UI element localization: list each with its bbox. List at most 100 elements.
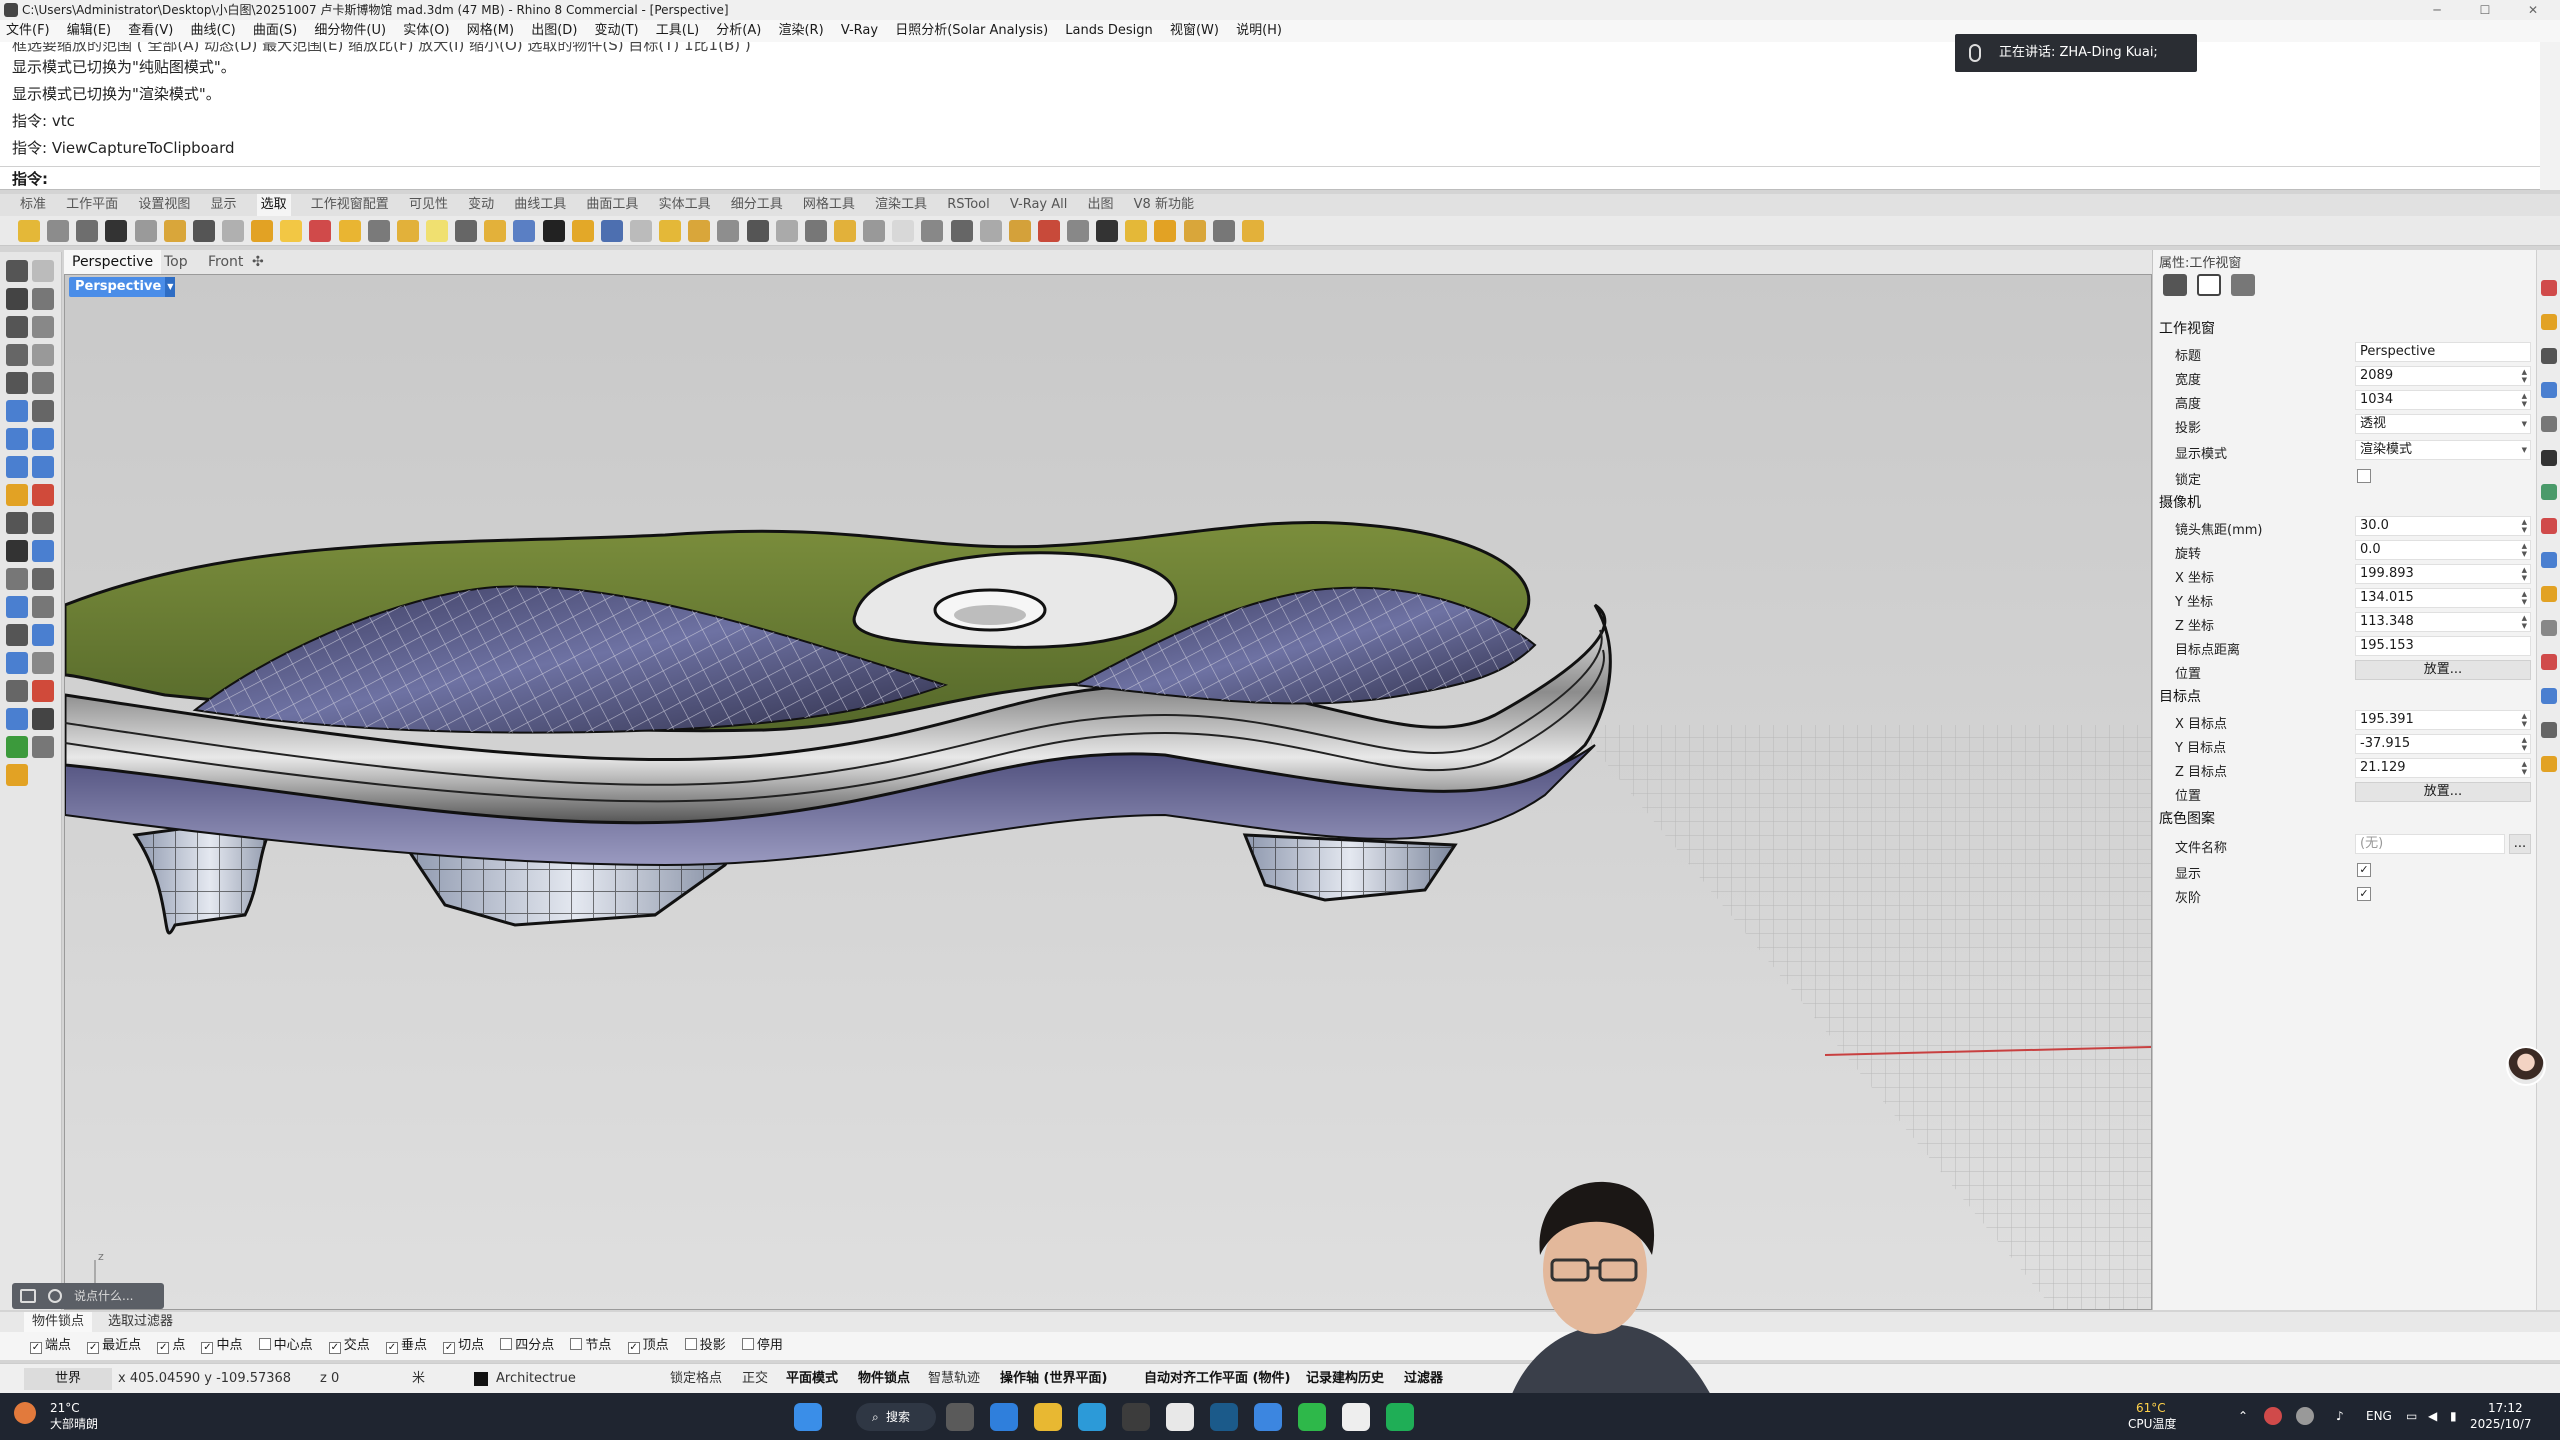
menu-lands[interactable]: Lands Design (1065, 20, 1153, 42)
menu-file[interactable]: 文件(F) (6, 20, 50, 42)
select-linetype-icon[interactable] (746, 220, 769, 242)
select-grid-icon[interactable] (629, 220, 652, 242)
select-lasso-icon[interactable] (950, 220, 973, 242)
wechat-icon[interactable] (1298, 1403, 1326, 1431)
osnap-knot[interactable]: 节点 (570, 1332, 611, 1360)
tab-drafting[interactable]: 出图 (1088, 194, 1114, 216)
rotation-field[interactable]: 0.0 (2355, 540, 2531, 560)
qq-icon[interactable] (1166, 1403, 1194, 1431)
select-meshes-icon[interactable] (280, 220, 303, 242)
curve-icon[interactable] (32, 288, 54, 310)
osnap-end[interactable]: ✓ 端点 (30, 1332, 71, 1360)
edge-icon[interactable] (990, 1403, 1018, 1431)
osnap-perp[interactable]: ✓ 垂点 (385, 1332, 427, 1360)
camera-y-field[interactable]: 134.015 (2355, 588, 2531, 608)
tab-transform[interactable]: 变动 (468, 194, 494, 216)
group-icon[interactable] (32, 540, 54, 562)
dimension-icon[interactable] (32, 652, 54, 674)
title-field[interactable]: Perspective (2355, 342, 2531, 362)
render-icon[interactable] (32, 736, 54, 758)
assistant-avatar[interactable] (2506, 1046, 2546, 1086)
spinner-icon[interactable]: ▲ ▼ (2522, 590, 2527, 606)
select-layer-icon[interactable] (134, 220, 157, 242)
cplane-indicator[interactable]: 世界 (24, 1368, 112, 1390)
menu-render[interactable]: 渲染(R) (778, 20, 823, 42)
select-hatch-icon[interactable] (425, 220, 448, 242)
select-window-icon[interactable] (863, 220, 886, 242)
show-checkbox[interactable]: ✓ (2357, 863, 2371, 877)
menu-help[interactable]: 说明(H) (1236, 20, 1282, 42)
osnap-int[interactable]: ✓ 交点 (328, 1332, 370, 1360)
menu-solar[interactable]: 日照分析(Solar Analysis) (895, 20, 1048, 42)
cylinder-icon[interactable] (6, 456, 28, 478)
polyline-icon[interactable] (6, 288, 28, 310)
menu-transform[interactable]: 变动(T) (595, 20, 639, 42)
place-target-button[interactable]: 放置... (2355, 782, 2531, 802)
notes-app-icon[interactable] (1342, 1403, 1370, 1431)
select-points-icon[interactable] (18, 220, 40, 242)
rectangle-icon[interactable] (32, 344, 54, 366)
select-chain-icon[interactable] (1008, 220, 1031, 242)
select-polylines-icon[interactable] (571, 220, 594, 242)
chevron-down-icon[interactable]: ▼ (2522, 420, 2527, 428)
chat-input[interactable]: 说点什么... (12, 1283, 164, 1309)
ellipse-icon[interactable] (32, 316, 54, 338)
solid-icon[interactable] (6, 652, 28, 674)
steam-icon[interactable] (1210, 1403, 1238, 1431)
box-icon[interactable] (6, 428, 28, 450)
select-curves-icon[interactable] (47, 220, 70, 242)
tab-perspective[interactable]: Perspective (64, 250, 162, 274)
smiley-icon[interactable] (48, 1289, 62, 1303)
select-closed-icon[interactable] (542, 220, 565, 242)
lands-panel-icon[interactable] (2541, 586, 2557, 602)
select-crossing-icon[interactable] (892, 220, 915, 242)
select-polygon-icon[interactable] (979, 220, 1002, 242)
select-bad-icon[interactable] (455, 220, 478, 242)
filename-field[interactable]: (无) (2355, 834, 2505, 854)
properties-panel-icon[interactable] (2541, 280, 2557, 296)
named-views-panel-icon[interactable] (2541, 416, 2557, 432)
locked-checkbox[interactable] (2357, 469, 2371, 483)
grayscale-checkbox[interactable]: ✓ (2357, 887, 2371, 901)
array-icon[interactable] (6, 624, 28, 646)
osnap-tan[interactable]: ✓ 切点 (443, 1332, 484, 1360)
help-panel-icon[interactable] (2541, 620, 2557, 636)
select-polysurface-icon[interactable] (105, 220, 128, 242)
rotate-icon[interactable] (32, 624, 54, 646)
battery-icon[interactable]: ▮ (2450, 1409, 2457, 1423)
target-y-field[interactable]: -37.915 (2355, 734, 2531, 754)
spinner-icon[interactable]: ▲ ▼ (2522, 518, 2527, 534)
layout-panel-icon[interactable] (2541, 722, 2557, 738)
target-distance-field[interactable]: 195.153 (2355, 636, 2531, 656)
osnap-toggle[interactable]: 物件锁点 (858, 1364, 910, 1394)
spinner-icon[interactable]: ▲ ▼ (2522, 614, 2527, 630)
menu-subd[interactable]: 细分物件(U) (314, 20, 386, 42)
osnap-center[interactable]: 中心点 (258, 1332, 313, 1360)
perspective-viewport[interactable]: z x Perspective ▼ (64, 274, 2152, 1310)
gumball-icon[interactable] (32, 708, 54, 730)
display-panel-icon[interactable] (2541, 348, 2557, 364)
select-dims-icon[interactable] (367, 220, 390, 242)
explode-icon[interactable] (6, 540, 28, 562)
viewport-title-badge[interactable]: Perspective ▼ (69, 277, 176, 297)
ortho-toggle[interactable]: 正交 (742, 1364, 768, 1394)
select-surfaces-icon[interactable] (163, 220, 186, 242)
notes-panel-icon[interactable] (2541, 688, 2557, 704)
chevron-down-icon[interactable]: ▼ (165, 277, 176, 297)
boolean-icon[interactable] (6, 484, 28, 506)
browser-icon[interactable] (1078, 1403, 1106, 1431)
gumball-toggle[interactable]: 操作轴 (世界平面) (1000, 1364, 1107, 1394)
select-solids-icon[interactable] (338, 220, 361, 242)
select-arrow-icon[interactable] (6, 260, 28, 282)
tab-render-tools[interactable]: 渲染工具 (875, 194, 927, 216)
filter-toggle[interactable]: 过滤器 (1404, 1364, 1443, 1394)
minimize-button[interactable]: ─ (2414, 0, 2460, 20)
menu-vray[interactable]: V-Ray (841, 20, 878, 42)
select-subd-icon[interactable] (659, 220, 682, 242)
spinner-icon[interactable]: ▲ ▼ (2522, 760, 2527, 776)
menu-mesh[interactable]: 网格(M) (467, 20, 514, 42)
tray-cloud-icon[interactable] (2296, 1407, 2314, 1425)
tab-v8-new[interactable]: V8 新功能 (1134, 194, 1194, 216)
select-history-icon[interactable] (1241, 220, 1264, 242)
select-zoom-icon[interactable] (1067, 220, 1090, 242)
